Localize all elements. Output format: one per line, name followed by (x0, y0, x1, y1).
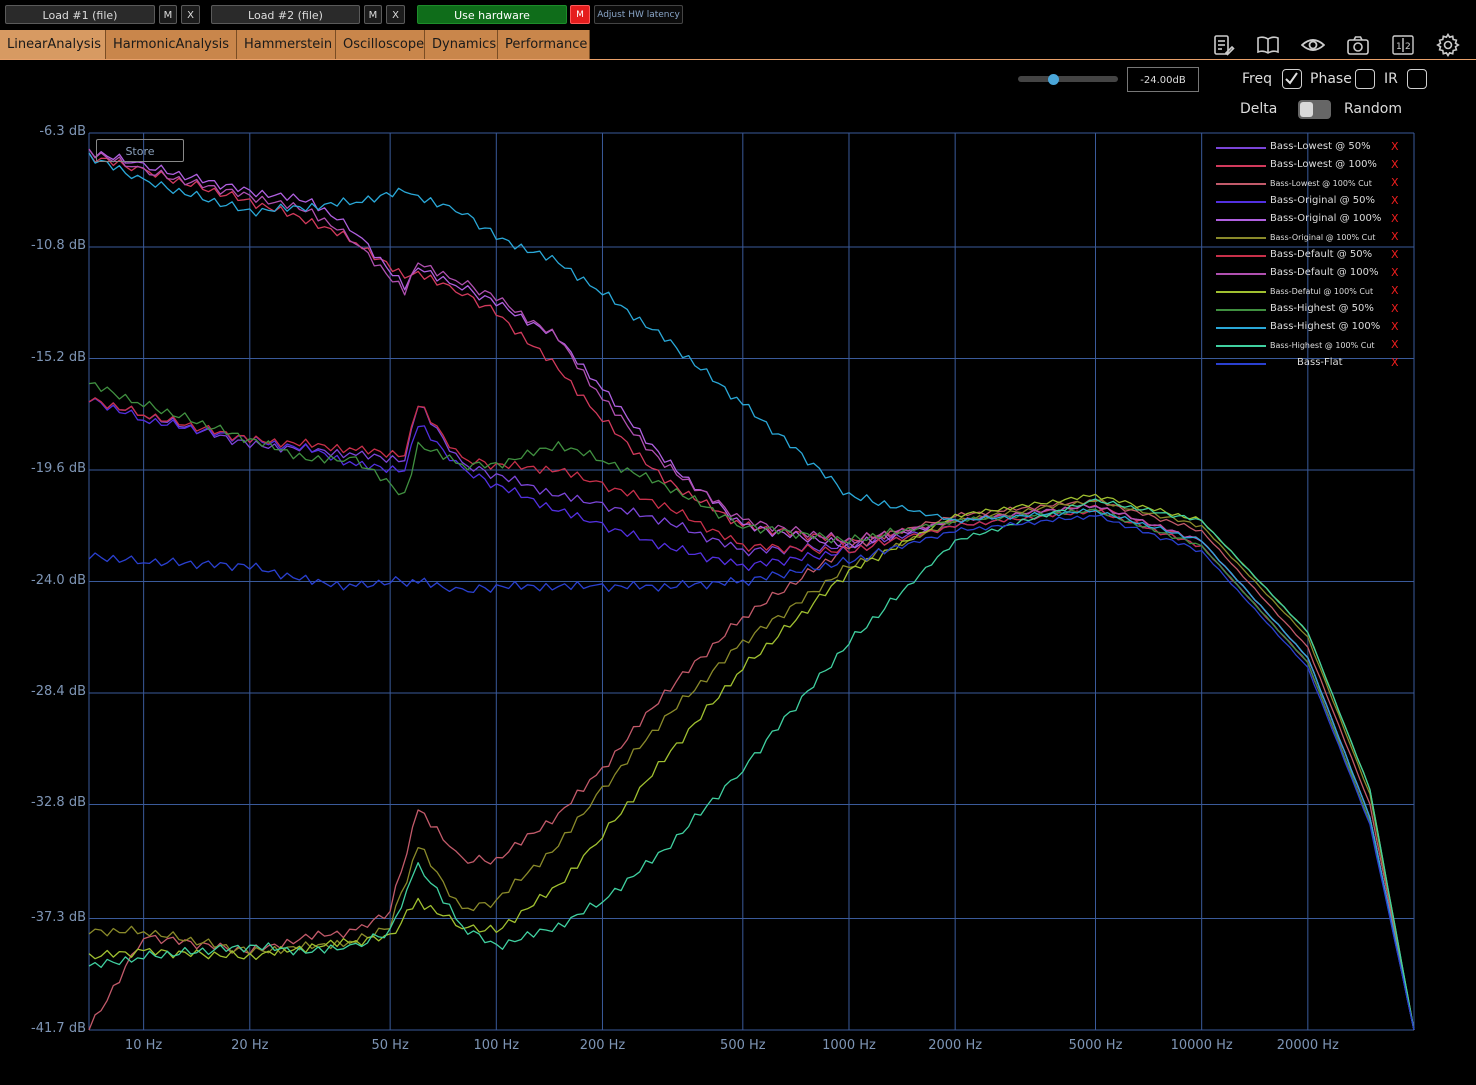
x-tick-label: 1000 Hz (822, 1038, 876, 1053)
legend-swatch (1216, 237, 1266, 239)
level-slider-track[interactable] (1018, 76, 1118, 82)
series-line (88, 498, 1415, 1031)
legend-swatch (1216, 147, 1266, 149)
legend-label: Bass-Lowest @ 50% (1270, 141, 1371, 152)
remove-series-button[interactable]: X (1391, 230, 1399, 243)
y-tick-label: -28.4 dB (31, 683, 86, 699)
legend-item: Bass-Highest @ 100% Cut X (1213, 337, 1413, 355)
legend-label: Bass-Highest @ 100% Cut (1270, 341, 1375, 350)
series-line (88, 499, 1415, 1031)
legend-swatch (1216, 273, 1266, 275)
check-icon (1285, 72, 1298, 85)
y-tick-label: -24.0 dB (31, 572, 86, 588)
phase-label: Phase (1310, 71, 1352, 87)
legend-label: Bass-Highest @ 50% (1270, 303, 1374, 314)
legend: Bass-Lowest @ 50% X Bass-Lowest @ 100% X Bas… (1213, 139, 1413, 373)
ir-checkbox[interactable] (1407, 69, 1427, 89)
y-tick-label: -19.6 dB (31, 461, 86, 476)
x-tick-label: 50 Hz (371, 1038, 409, 1053)
legend-label: Bass-Original @ 100% (1270, 213, 1382, 224)
legend-label: Bass-Flat (1297, 357, 1343, 368)
series-line (88, 382, 1415, 1031)
legend-swatch (1216, 327, 1266, 329)
y-tick-label: -37.3 dB (31, 909, 86, 925)
delta-random-toggle[interactable] (1298, 100, 1331, 119)
legend-item: Bass-Highest @ 100% X (1213, 319, 1413, 337)
y-tick-label: -32.8 dB (31, 795, 86, 811)
legend-item: Bass-Flat X (1213, 355, 1413, 373)
legend-swatch (1216, 309, 1266, 311)
remove-series-button[interactable]: X (1391, 284, 1399, 297)
legend-label: Bass-Lowest @ 100% (1270, 159, 1377, 170)
x-tick-label: 500 Hz (720, 1038, 766, 1053)
ir-label: IR (1384, 71, 1398, 87)
toggle-thumb (1300, 102, 1313, 117)
y-tick-label: -15.2 dB (31, 349, 86, 365)
store-button[interactable]: Store (96, 139, 184, 162)
remove-series-button[interactable]: X (1391, 356, 1399, 369)
series-line (88, 397, 1415, 1031)
remove-series-button[interactable]: X (1391, 194, 1399, 207)
legend-swatch (1216, 255, 1266, 257)
x-tick-label: 200 Hz (579, 1038, 626, 1053)
remove-series-button[interactable]: X (1391, 248, 1399, 261)
series-line (88, 397, 1415, 1031)
legend-swatch (1216, 201, 1266, 203)
random-label: Random (1344, 101, 1402, 117)
series-line (88, 514, 1415, 1031)
legend-label: Bass-Lowest @ 100% Cut (1270, 179, 1372, 188)
remove-series-button[interactable]: X (1391, 338, 1399, 351)
legend-swatch (1216, 363, 1266, 365)
legend-item: Bass-Lowest @ 50% X (1213, 139, 1413, 157)
remove-series-button[interactable]: X (1391, 158, 1399, 171)
x-tick-label: 5000 Hz (1068, 1038, 1123, 1053)
remove-series-button[interactable]: X (1391, 212, 1399, 225)
legend-label: Bass-Highest @ 100% (1270, 321, 1381, 332)
freq-label: Freq (1242, 71, 1272, 87)
legend-item: Bass-Original @ 100% Cut X (1213, 229, 1413, 247)
x-tick-label: 20 Hz (231, 1038, 269, 1053)
legend-swatch (1216, 291, 1266, 293)
legend-swatch (1216, 165, 1266, 167)
level-slider-knob[interactable] (1048, 74, 1059, 85)
legend-label: Bass-Original @ 50% (1270, 195, 1376, 206)
series-line (88, 493, 1415, 1031)
legend-item: Bass-Defatul @ 100% Cut X (1213, 283, 1413, 301)
x-tick-label: 20000 Hz (1276, 1038, 1339, 1053)
legend-swatch (1216, 219, 1266, 221)
remove-series-button[interactable]: X (1391, 302, 1399, 315)
legend-item: Bass-Original @ 100% X (1213, 211, 1413, 229)
legend-label: Bass-Default @ 50% (1270, 249, 1373, 260)
legend-swatch (1216, 183, 1266, 185)
legend-swatch (1216, 345, 1266, 347)
remove-series-button[interactable]: X (1391, 176, 1399, 189)
y-tick-label: -10.8 dB (31, 238, 86, 254)
legend-item: Bass-Lowest @ 100% X (1213, 157, 1413, 175)
x-tick-label: 10 Hz (124, 1038, 163, 1053)
legend-label: Bass-Defatul @ 100% Cut (1270, 287, 1374, 296)
legend-item: Bass-Lowest @ 100% Cut X (1213, 175, 1413, 193)
series-line (88, 397, 1415, 1031)
phase-checkbox[interactable] (1355, 69, 1375, 89)
y-tick-label: -41.7 dB (31, 1021, 86, 1036)
legend-item: Bass-Default @ 50% X (1213, 247, 1413, 265)
legend-label: Bass-Default @ 100% (1270, 267, 1379, 278)
series-line (88, 498, 1415, 1031)
y-tick-label: -6.3 dB (39, 124, 86, 139)
remove-series-button[interactable]: X (1391, 320, 1399, 333)
remove-series-button[interactable]: X (1391, 266, 1399, 279)
legend-label: Bass-Original @ 100% Cut (1270, 233, 1376, 242)
x-tick-label: 10000 Hz (1170, 1038, 1233, 1053)
freq-checkbox[interactable] (1282, 69, 1302, 89)
legend-item: Bass-Original @ 50% X (1213, 193, 1413, 211)
delta-label: Delta (1240, 101, 1278, 117)
x-tick-label: 100 Hz (473, 1038, 520, 1053)
x-tick-label: 2000 Hz (928, 1038, 983, 1053)
legend-item: Bass-Highest @ 50% X (1213, 301, 1413, 319)
legend-item: Bass-Default @ 100% X (1213, 265, 1413, 283)
remove-series-button[interactable]: X (1391, 140, 1399, 153)
level-value-field[interactable]: -24.00dB (1127, 67, 1199, 92)
